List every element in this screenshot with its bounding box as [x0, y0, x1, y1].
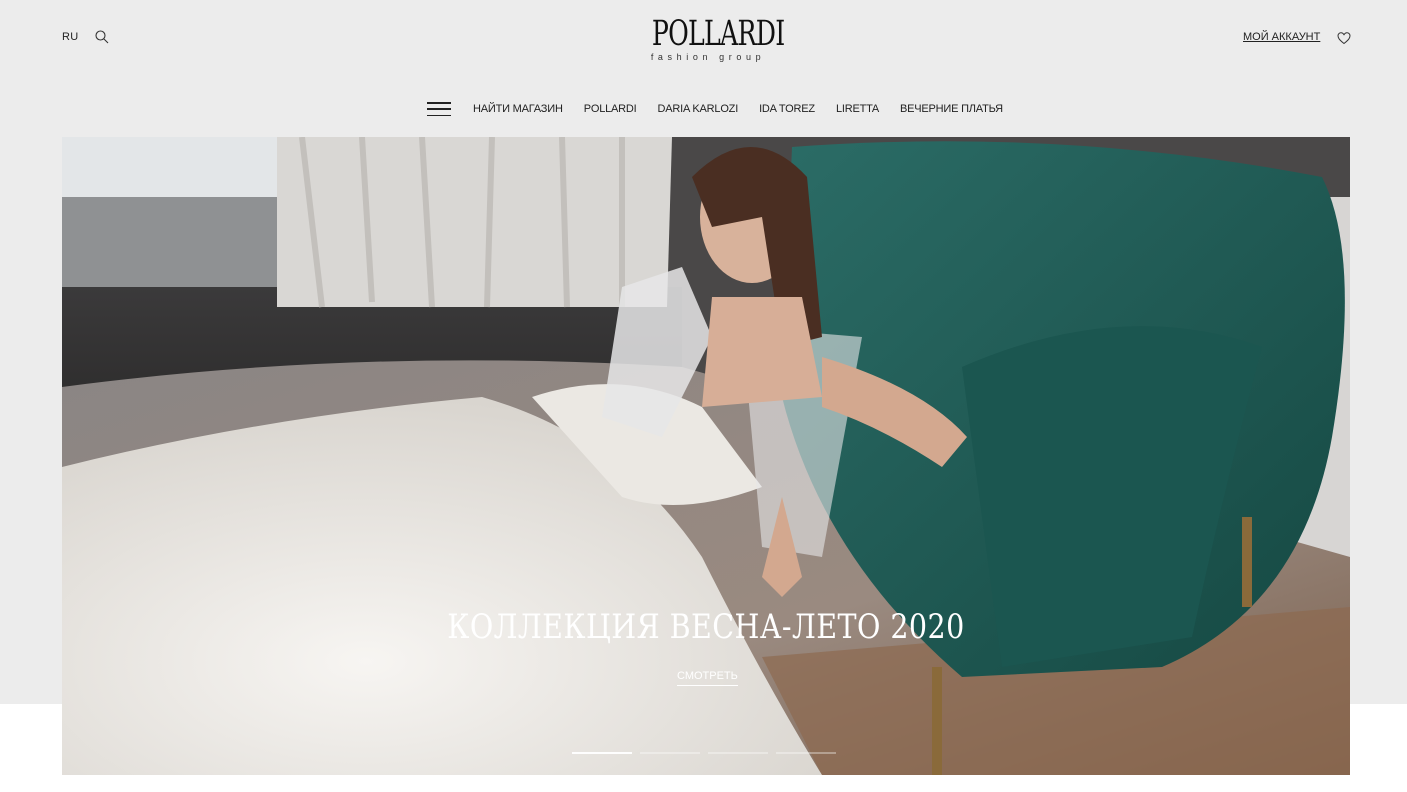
- nav-ida-torez[interactable]: IDA TOREZ: [759, 103, 815, 115]
- search-icon[interactable]: [94, 29, 110, 45]
- nav-pollardi[interactable]: POLLARDI: [584, 103, 637, 115]
- nav-find-store[interactable]: НАЙТИ МАГАЗИН: [473, 103, 563, 115]
- hero-title: КОЛЛЕКЦИЯ ВЕСНА-ЛЕТО 2020: [447, 607, 965, 647]
- slider-dot[interactable]: [776, 752, 836, 754]
- language-switcher[interactable]: RU: [62, 31, 79, 43]
- nav-liretta[interactable]: LIRETTA: [836, 103, 879, 115]
- slider-dot[interactable]: [640, 752, 700, 754]
- brand-logo[interactable]: POLLARDI fashion group: [630, 16, 786, 62]
- slider-indicators: [572, 752, 836, 754]
- hero-slider: КОЛЛЕКЦИЯ ВЕСНА-ЛЕТО 2020 СМОТРЕТЬ: [62, 137, 1350, 775]
- heart-icon[interactable]: [1336, 30, 1352, 46]
- logo-wordmark: POLLARDI: [651, 14, 785, 54]
- slider-dot[interactable]: [572, 752, 632, 754]
- view-collection-link[interactable]: СМОТРЕТЬ: [677, 670, 738, 686]
- main-navigation: НАЙТИ МАГАЗИН POLLARDI DARIA KARLOZI IDA…: [427, 101, 1003, 117]
- menu-icon[interactable]: [427, 102, 451, 116]
- slider-dot[interactable]: [708, 752, 768, 754]
- nav-daria-karlozi[interactable]: DARIA KARLOZI: [658, 103, 739, 115]
- my-account-link[interactable]: МОЙ АККАУНТ: [1243, 31, 1320, 43]
- nav-evening-dresses[interactable]: ВЕЧЕРНИЕ ПЛАТЬЯ: [900, 103, 1003, 115]
